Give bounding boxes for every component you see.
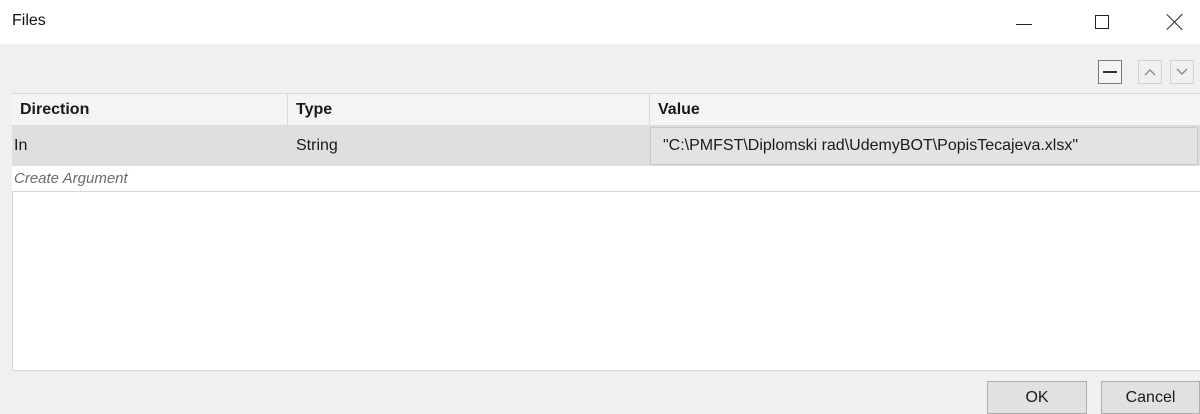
- minimize-icon: [1016, 23, 1032, 25]
- create-argument-row[interactable]: Create Argument: [12, 166, 1200, 192]
- window-title: Files: [12, 12, 46, 29]
- ok-button[interactable]: OK: [987, 381, 1087, 414]
- close-icon: [1166, 13, 1184, 31]
- move-down-button[interactable]: [1170, 60, 1194, 84]
- type-cell[interactable]: String: [288, 126, 650, 166]
- remove-icon: [1103, 71, 1117, 73]
- maximize-icon: [1095, 15, 1109, 29]
- arguments-grid: Direction Type Value In String "C:\PMFST…: [12, 93, 1200, 371]
- title-bar: Files: [0, 0, 1200, 44]
- minimize-button[interactable]: [1001, 0, 1047, 44]
- grid-header: Direction Type Value: [12, 94, 1200, 126]
- maximize-button[interactable]: [1079, 0, 1125, 44]
- column-header-value[interactable]: Value: [650, 94, 1200, 125]
- close-button[interactable]: [1152, 0, 1198, 44]
- move-down-icon: [1176, 68, 1188, 75]
- cancel-button[interactable]: Cancel: [1101, 381, 1200, 414]
- grid-empty-area: [12, 192, 1200, 371]
- value-cell[interactable]: "C:\PMFST\Diplomski rad\UdemyBOT\PopisTe…: [650, 127, 1198, 165]
- remove-argument-button[interactable]: [1098, 60, 1122, 84]
- column-header-direction[interactable]: Direction: [12, 94, 288, 125]
- table-row[interactable]: In String "C:\PMFST\Diplomski rad\UdemyB…: [12, 126, 1200, 166]
- move-up-button[interactable]: [1138, 60, 1162, 84]
- direction-cell[interactable]: In: [12, 126, 288, 166]
- move-up-icon: [1144, 69, 1156, 76]
- column-header-type[interactable]: Type: [288, 94, 650, 125]
